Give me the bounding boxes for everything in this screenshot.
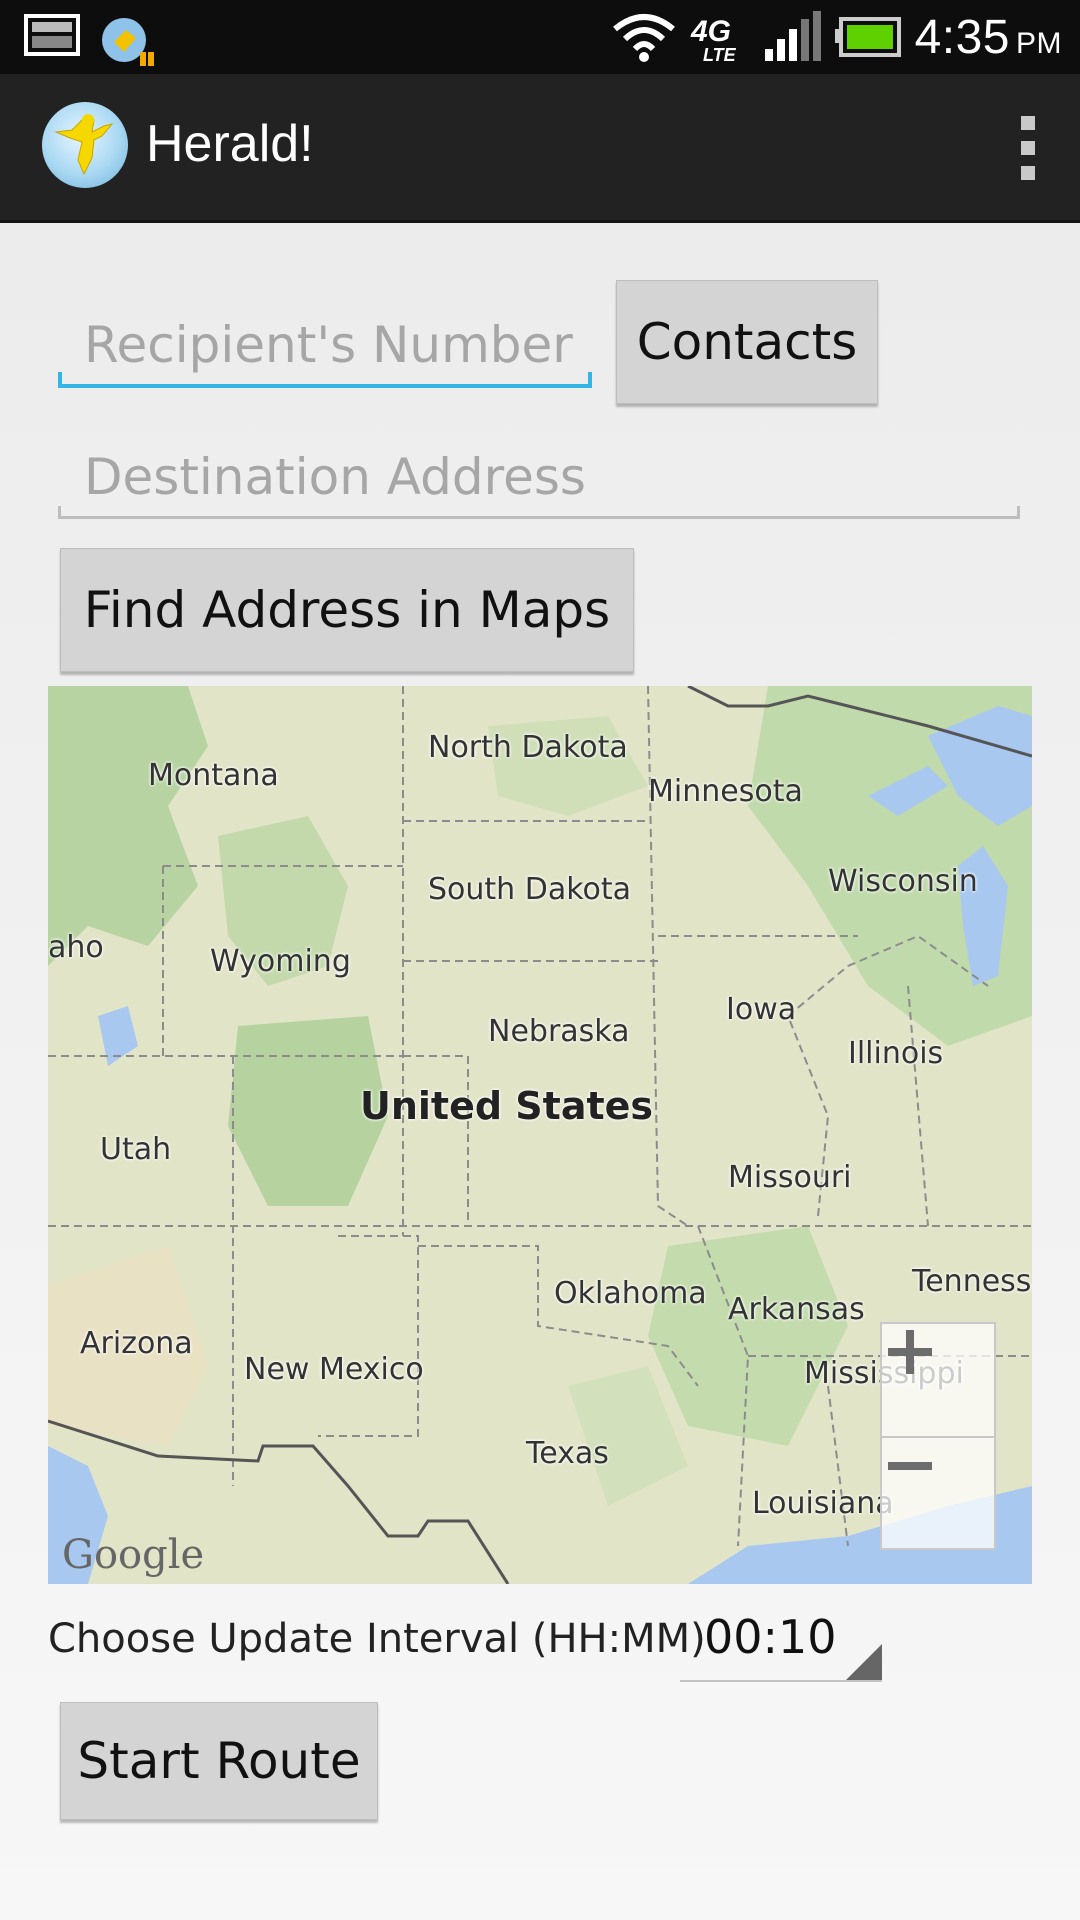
map-label: Wyoming xyxy=(210,944,351,979)
map-view[interactable]: North Dakota Minnesota Montana Wisconsin… xyxy=(48,686,1032,1584)
destination-input-underline xyxy=(58,516,1020,519)
svg-text:4G: 4G xyxy=(690,15,731,48)
minus-icon xyxy=(888,1462,932,1470)
map-label: Montana xyxy=(148,758,279,793)
update-interval-value: 00:10 xyxy=(704,1610,837,1664)
map-label: Iowa xyxy=(726,992,797,1027)
app-notification-icon xyxy=(102,18,154,66)
start-route-button[interactable]: Start Route xyxy=(60,1702,378,1820)
plus-icon xyxy=(888,1330,932,1374)
map-label: New Mexico xyxy=(244,1352,424,1387)
update-interval-label: Choose Update Interval (HH:MM) xyxy=(48,1616,706,1662)
map-country-label: United States xyxy=(360,1084,654,1128)
map-label: Texas xyxy=(526,1436,609,1471)
map-label: aho xyxy=(48,930,104,965)
wifi-icon xyxy=(612,14,675,62)
destination-underline-left-tick xyxy=(58,506,61,518)
zoom-controls xyxy=(880,1322,996,1550)
recipient-input-underline xyxy=(58,384,592,388)
clock: 4:35 PM xyxy=(914,10,1062,64)
app-title: Herald! xyxy=(146,115,314,173)
map-label: Oklahoma xyxy=(554,1276,707,1311)
find-address-button[interactable]: Find Address in Maps xyxy=(60,548,634,672)
zoom-out-button[interactable] xyxy=(882,1438,994,1550)
map-label: Minnesota xyxy=(648,774,803,809)
map-label: South Dakota xyxy=(428,872,632,907)
action-bar: Herald! xyxy=(0,74,1080,223)
svg-text:LTE: LTE xyxy=(703,45,737,63)
google-attribution: Google xyxy=(62,1532,205,1578)
map-label: Illinois xyxy=(848,1036,944,1071)
map-label: Arizona xyxy=(80,1326,193,1361)
signal-icon xyxy=(764,11,821,61)
contacts-button[interactable]: Contacts xyxy=(616,280,878,404)
status-bar: 4G LTE 4:35 PM xyxy=(0,0,1080,74)
map-label: Nebraska xyxy=(488,1014,630,1049)
zoom-in-button[interactable] xyxy=(882,1324,994,1436)
4g-lte-icon: 4G LTE xyxy=(690,15,737,63)
spinner-arrow-icon xyxy=(846,1644,882,1680)
recipient-number-input[interactable]: Recipient's Number xyxy=(84,316,573,374)
map-label: Wisconsin xyxy=(828,864,978,899)
destination-underline-right-tick xyxy=(1017,506,1020,518)
recipient-underline-left-tick xyxy=(58,372,62,386)
map-label: Tenness xyxy=(912,1264,1032,1299)
recipient-underline-right-tick xyxy=(588,372,592,386)
overflow-menu-icon[interactable] xyxy=(1018,116,1038,180)
herald-angel-icon[interactable] xyxy=(42,102,128,188)
destination-address-input[interactable]: Destination Address xyxy=(84,448,586,506)
map-label: Utah xyxy=(100,1132,172,1167)
update-interval-spinner[interactable]: 00:10 xyxy=(680,1600,882,1682)
map-label: North Dakota xyxy=(428,730,628,765)
battery-icon xyxy=(834,17,901,57)
screenshot-icon xyxy=(24,14,80,56)
map-label: Missouri xyxy=(728,1160,852,1195)
map-label: Louisiana xyxy=(752,1486,894,1521)
map-label: Arkansas xyxy=(728,1292,865,1327)
